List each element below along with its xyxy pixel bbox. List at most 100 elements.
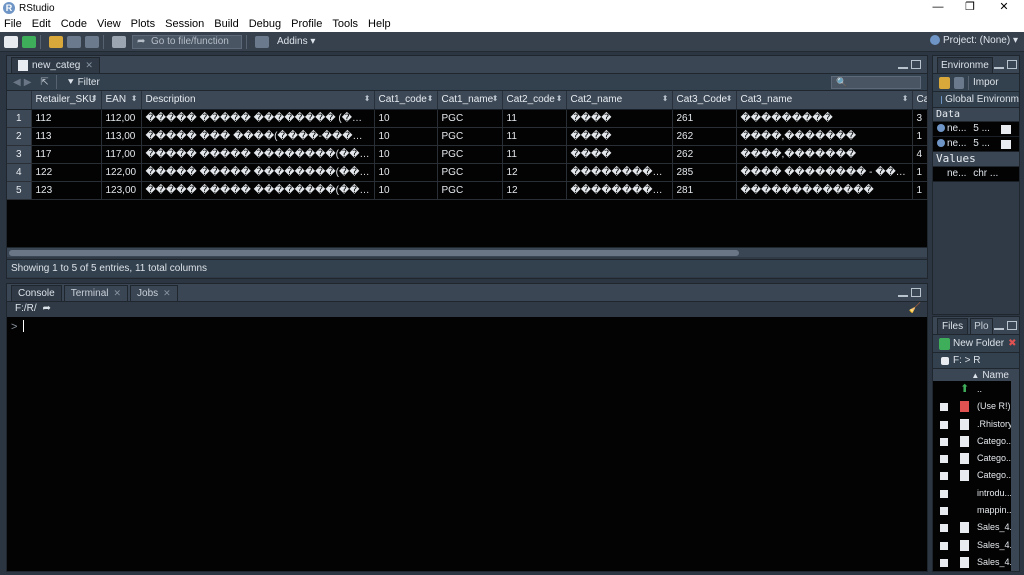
new-project-icon[interactable] [22,35,36,48]
minimize-pane-icon[interactable] [898,291,908,297]
list-item[interactable]: (Use R!)... [933,398,1019,416]
environment-scope-select[interactable]: Global Environm [945,94,1019,105]
print-icon[interactable] [112,35,126,48]
tab-jobs[interactable]: Jobs ✕ [130,285,178,301]
maximize-pane-icon[interactable] [911,288,921,297]
scrollbar-thumb[interactable] [9,250,739,256]
expand-icon[interactable] [937,139,945,148]
open-workspace-icon[interactable] [939,76,950,89]
list-item[interactable]: introdu... [933,484,1019,503]
column-header[interactable]: Cat2_name ⬍ [566,91,673,110]
new-folder-button[interactable]: New Folder [953,338,1004,349]
view-data-icon[interactable] [1001,125,1011,134]
checkbox[interactable] [940,420,948,429]
checkbox[interactable] [940,541,948,550]
delete-icon[interactable]: ✖ [1008,338,1016,349]
menu-plots[interactable]: Plots [131,18,155,30]
view-data-icon[interactable] [1001,140,1011,149]
checkbox[interactable] [940,403,948,412]
list-item[interactable]: mappin... [933,502,1019,520]
environment-row[interactable]: ne... 5 ... [933,137,1019,152]
minimize-pane-icon[interactable] [898,63,908,69]
close-tab-icon[interactable]: ✕ [163,286,171,301]
column-header[interactable]: EAN ⬍ [101,91,142,110]
viewer-search-input[interactable]: 🔍 [831,76,921,89]
minimize-icon[interactable]: — [922,0,954,16]
open-folder-icon[interactable] [49,35,63,48]
menu-file[interactable]: File [4,18,22,30]
checkbox[interactable] [940,472,948,481]
column-header[interactable]: Cat2_code ⬍ [502,91,567,110]
import-dataset-button[interactable]: Impor [973,77,999,88]
environment-row[interactable]: ne... 5 ... [933,122,1019,137]
menu-tools[interactable]: Tools [332,18,358,30]
checkbox[interactable] [940,507,948,516]
goto-file-input[interactable]: Go to file/function [132,34,242,49]
name-column-header[interactable]: Name [982,370,1009,381]
save-icon[interactable] [67,35,81,48]
list-item[interactable]: Catego... [933,432,1019,451]
close-icon[interactable]: ✕ [988,0,1020,16]
workspace-panes-icon[interactable] [255,35,269,48]
maximize-pane-icon[interactable] [1007,60,1017,69]
horizontal-scrollbar[interactable] [7,247,927,257]
minimize-pane-icon[interactable] [994,324,1004,330]
vertical-scrollbar[interactable] [1011,381,1019,571]
tab-new-categ[interactable]: new_categ ✕ [11,57,100,73]
menu-help[interactable]: Help [368,18,391,30]
file-name[interactable]: Catego... [977,467,1014,484]
forward-arrow-icon[interactable]: ▶ [24,77,32,88]
column-header[interactable]: Cat1_name ⬍ [437,91,503,110]
back-arrow-icon[interactable]: ◀ [13,77,21,88]
column-header[interactable]: Cat3_name ⬍ [736,91,913,110]
new-file-icon[interactable] [4,35,18,48]
file-name[interactable]: .. [977,381,982,398]
menu-session[interactable]: Session [165,18,204,30]
files-path[interactable]: F: > R [953,355,981,366]
goto-directory-icon[interactable]: ➦ [42,303,50,314]
menu-profile[interactable]: Profile [291,18,322,30]
column-header[interactable]: Cat3_Code ⬍ [672,91,737,110]
tab-files[interactable]: Files [937,318,969,334]
tab-environment[interactable]: Environme [937,57,993,73]
tab-console[interactable]: Console [11,285,62,301]
checkbox[interactable] [940,524,948,533]
file-name[interactable]: .Rhistory [977,416,1013,433]
maximize-pane-icon[interactable] [1007,321,1017,330]
save-all-icon[interactable] [85,35,99,48]
expand-icon[interactable] [937,124,945,133]
checkbox[interactable] [940,455,948,464]
list-item[interactable]: .Rhistory [933,415,1019,433]
column-header[interactable]: Retailer_SKU ⬍ [31,91,102,110]
menu-build[interactable]: Build [214,18,238,30]
maximize-icon[interactable]: ❐ [954,0,986,16]
list-item[interactable]: Sales_4... [933,519,1019,537]
menu-debug[interactable]: Debug [249,18,281,30]
save-workspace-icon[interactable] [954,76,964,89]
menu-edit[interactable]: Edit [32,18,51,30]
file-name[interactable]: introdu... [977,485,1012,502]
list-item[interactable]: Sales_4... [933,536,1019,554]
list-item[interactable]: Catego... [933,450,1019,468]
home-icon[interactable] [941,356,949,365]
tab-terminal[interactable]: Terminal ✕ [63,285,129,301]
file-name[interactable]: Catego... [977,433,1014,450]
maximize-pane-icon[interactable] [911,60,921,69]
clear-console-icon[interactable]: 🧹 [909,302,921,315]
checkbox[interactable] [940,437,948,446]
environment-row[interactable]: ne... chr ... [933,167,1019,182]
project-menu[interactable]: Project: (None) ▾ [929,35,1018,46]
console-input-area[interactable]: > [7,317,927,571]
checkbox[interactable] [940,558,948,567]
list-item[interactable]: ⬆.. [933,381,1019,399]
column-header[interactable]: Description ⬍ [141,91,375,110]
list-item[interactable]: Sales_4... [933,553,1019,572]
close-tab-icon[interactable]: ✕ [114,286,122,301]
column-header[interactable]: Cat1_code ⬍ [374,91,438,110]
checkbox[interactable] [940,489,948,498]
minimize-pane-icon[interactable] [994,63,1004,69]
addins-button[interactable]: Addins ▾ [277,36,315,47]
column-header[interactable]: Cat [912,91,928,110]
menu-view[interactable]: View [97,18,121,30]
file-name[interactable]: mappin... [977,502,1014,519]
